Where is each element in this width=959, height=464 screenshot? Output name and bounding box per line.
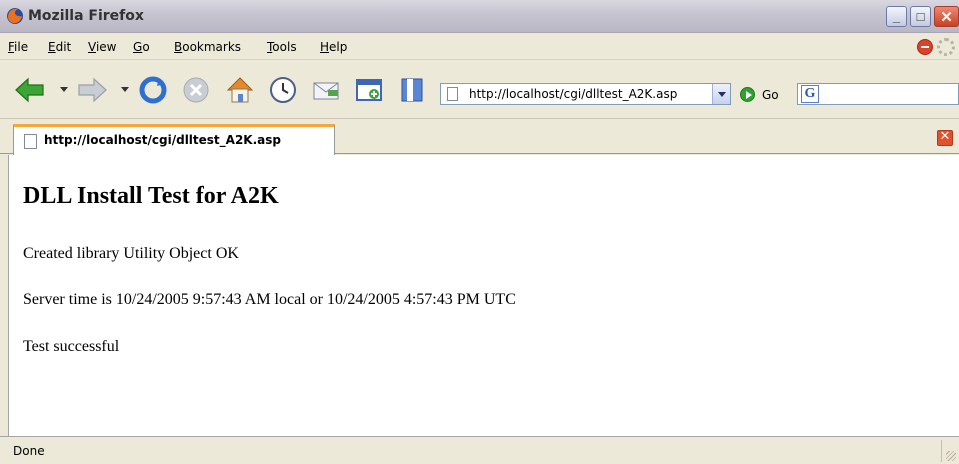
browser-window: Mozilla Firefox _ □ ✕ File Edit View Go … bbox=[0, 0, 959, 464]
status-line-3: Test successful bbox=[23, 338, 120, 355]
status-bar: Done bbox=[0, 436, 959, 464]
firefox-icon bbox=[7, 8, 23, 24]
menu-tools[interactable]: Tools bbox=[267, 40, 297, 54]
menu-help[interactable]: Help bbox=[320, 40, 347, 54]
tab-label: http://localhost/cgi/dlltest_A2K.asp bbox=[44, 133, 281, 147]
close-icon: ✕ bbox=[939, 129, 951, 144]
status-line-2: Server time is 10/24/2005 9:57:43 AM loc… bbox=[23, 291, 516, 308]
search-engine-icon[interactable]: G bbox=[801, 85, 819, 103]
bookmarks-icon[interactable] bbox=[396, 75, 428, 105]
mail-icon[interactable] bbox=[310, 75, 342, 105]
resize-grip[interactable] bbox=[946, 451, 956, 461]
url-dropdown-button[interactable] bbox=[712, 84, 730, 104]
menu-bookmarks[interactable]: Bookmarks bbox=[174, 40, 241, 54]
menu-bar: File Edit View Go Bookmarks Tools Help bbox=[0, 34, 959, 60]
url-field[interactable]: http://localhost/cgi/dlltest_A2K.asp bbox=[469, 87, 677, 101]
navigation-toolbar: http://localhost/cgi/dlltest_A2K.asp Go … bbox=[0, 61, 959, 119]
stop-icon[interactable] bbox=[180, 75, 212, 105]
reload-icon[interactable] bbox=[137, 75, 169, 105]
tab-active[interactable]: http://localhost/cgi/dlltest_A2K.asp bbox=[13, 124, 335, 155]
page-heading: DLL Install Test for A2K bbox=[23, 183, 279, 209]
go-icon bbox=[740, 87, 755, 102]
minimize-icon: _ bbox=[892, 9, 901, 24]
minimize-button[interactable]: _ bbox=[886, 6, 907, 27]
menu-file[interactable]: File bbox=[8, 40, 28, 54]
page-icon bbox=[24, 134, 37, 149]
close-window-button[interactable]: ✕ bbox=[934, 6, 959, 27]
window-title: Mozilla Firefox bbox=[28, 8, 144, 24]
search-bar[interactable]: G bbox=[797, 83, 959, 105]
page-icon bbox=[447, 87, 458, 101]
status-line-1: Created library Utility Object OK bbox=[23, 245, 239, 262]
title-bar[interactable]: Mozilla Firefox _ □ ✕ bbox=[0, 0, 959, 33]
go-label: Go bbox=[762, 88, 779, 102]
forward-arrow-icon[interactable] bbox=[76, 75, 108, 105]
menu-edit[interactable]: Edit bbox=[48, 40, 71, 54]
history-clock-icon[interactable] bbox=[267, 75, 299, 105]
home-icon[interactable] bbox=[224, 75, 256, 105]
close-tab-button[interactable]: ✕ bbox=[937, 129, 953, 146]
close-icon: ✕ bbox=[940, 8, 953, 26]
new-tab-icon[interactable] bbox=[353, 75, 385, 105]
status-text: Done bbox=[13, 444, 45, 458]
maximize-icon: □ bbox=[916, 9, 925, 24]
back-history-dropdown[interactable] bbox=[60, 87, 68, 92]
status-divider bbox=[941, 440, 942, 462]
menu-view[interactable]: View bbox=[88, 40, 116, 54]
update-notification-icon[interactable] bbox=[917, 39, 933, 55]
maximize-button[interactable]: □ bbox=[910, 6, 931, 27]
tab-bar: http://localhost/cgi/dlltest_A2K.asp ✕ bbox=[0, 120, 959, 155]
forward-history-dropdown[interactable] bbox=[121, 87, 129, 92]
back-arrow-icon[interactable] bbox=[14, 75, 46, 105]
throbber-icon bbox=[937, 38, 955, 56]
url-bar[interactable]: http://localhost/cgi/dlltest_A2K.asp bbox=[440, 83, 731, 105]
menu-go[interactable]: Go bbox=[133, 40, 150, 54]
go-button[interactable]: Go bbox=[738, 85, 788, 105]
page-content: DLL Install Test for A2K Created library… bbox=[8, 155, 959, 436]
